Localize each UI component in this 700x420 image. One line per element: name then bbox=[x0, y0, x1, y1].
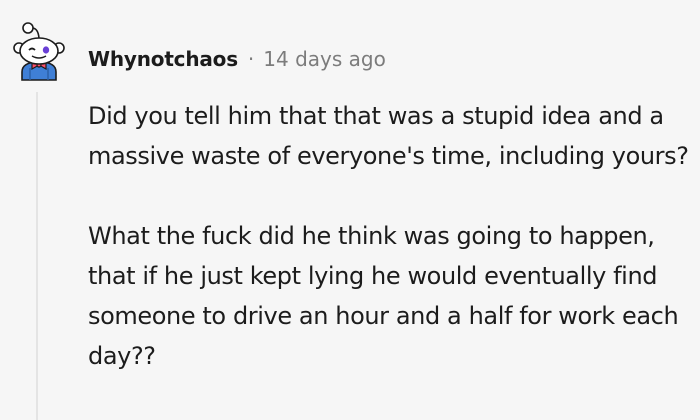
thread-collapse-line[interactable] bbox=[36, 92, 38, 420]
meta-separator: · bbox=[247, 47, 255, 71]
comment-body: Did you tell him that that was a stupid … bbox=[88, 96, 696, 376]
user-avatar[interactable] bbox=[8, 20, 70, 82]
comment-paragraph-2: What the fuck did he think was going to … bbox=[88, 222, 679, 370]
username-link[interactable]: Whynotchaos bbox=[88, 47, 238, 71]
snoo-avatar-icon bbox=[13, 22, 65, 81]
comment-header: Whynotchaos · 14 days ago bbox=[88, 44, 386, 74]
comment-paragraph-1: Did you tell him that that was a stupid … bbox=[88, 102, 689, 170]
comment-timestamp[interactable]: 14 days ago bbox=[263, 47, 386, 71]
comment: Whynotchaos · 14 days ago Did you tell h… bbox=[0, 0, 700, 420]
